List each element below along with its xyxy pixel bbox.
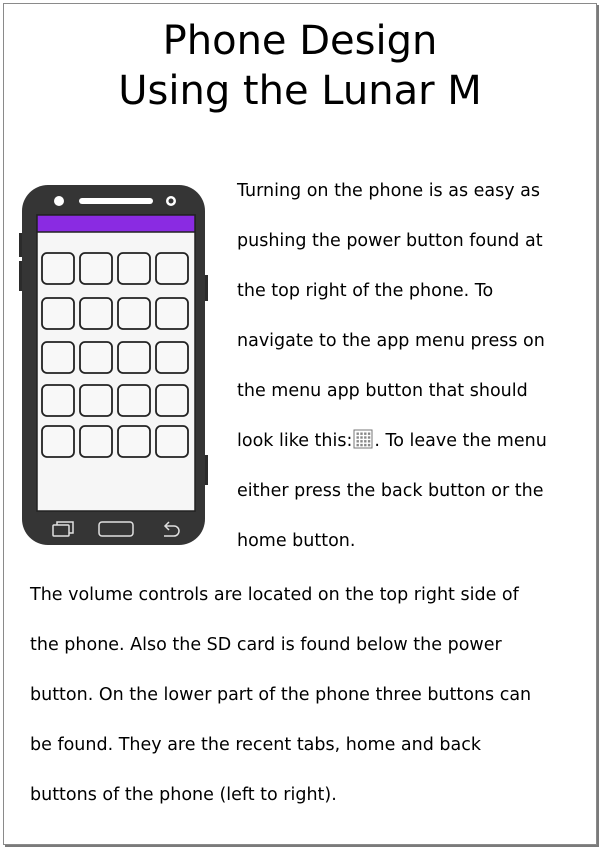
paragraph-line: the menu app button that should <box>237 381 528 401</box>
title-line-2: Using the Lunar M <box>118 68 482 114</box>
app-menu-grid-icon <box>353 429 373 449</box>
title-line-1: Phone Design <box>162 18 438 64</box>
paragraph-line-with-icon: look like this: . To leave the menu <box>237 416 587 466</box>
app-tile-icon <box>155 297 189 330</box>
app-tile-icon <box>117 425 151 458</box>
paragraph-line: either press the back button or the <box>237 481 544 501</box>
status-bar <box>36 214 196 233</box>
app-tile-icon <box>79 297 113 330</box>
app-tile-icon <box>79 425 113 458</box>
app-tile-icon <box>41 384 75 417</box>
paragraph-controls-and-buttons: The volume controls are located on the t… <box>30 570 590 820</box>
front-camera-icon <box>54 196 64 206</box>
app-tile-icon <box>117 341 151 374</box>
paragraph-line: be found. They are the recent tabs, home… <box>30 735 482 755</box>
app-tile-icon <box>155 384 189 417</box>
paragraph-line: button. On the lower part of the phone t… <box>30 685 532 705</box>
paragraph-line: the phone. Also the SD card is found bel… <box>30 635 502 655</box>
app-tile-icon <box>79 341 113 374</box>
paragraph-power-and-menu: Turning on the phone is as easy as pushi… <box>237 166 587 566</box>
app-tile-icon <box>41 425 75 458</box>
app-tile-icon <box>41 252 75 285</box>
page-title: Phone Design Using the Lunar M <box>4 16 596 116</box>
paragraph-line: Turning on the phone is as easy as <box>237 181 541 201</box>
app-tile-icon <box>155 425 189 458</box>
phone-illustration <box>19 181 209 549</box>
paragraph-text: look like this: <box>237 431 353 451</box>
app-tile-icon <box>41 341 75 374</box>
app-tile-icon <box>117 252 151 285</box>
paragraph-line: navigate to the app menu press on <box>237 331 545 351</box>
paragraph-line: buttons of the phone (left to right). <box>30 785 337 805</box>
app-tile-icon <box>117 384 151 417</box>
paragraph-line: the top right of the phone. To <box>237 281 494 301</box>
app-tile-icon <box>79 384 113 417</box>
document-page: Phone Design Using the Lunar M Turning o… <box>3 3 597 845</box>
paragraph-line: The volume controls are located on the t… <box>30 585 519 605</box>
paragraph-text: . To leave the menu <box>374 431 547 451</box>
paragraph-line: pushing the power button found at <box>237 231 543 251</box>
app-tile-icon <box>41 297 75 330</box>
app-tile-icon <box>79 252 113 285</box>
app-tile-icon <box>117 297 151 330</box>
app-tile-icon <box>155 252 189 285</box>
app-tile-icon <box>155 341 189 374</box>
paragraph-line: home button. <box>237 531 356 551</box>
speaker-grille <box>79 198 153 204</box>
